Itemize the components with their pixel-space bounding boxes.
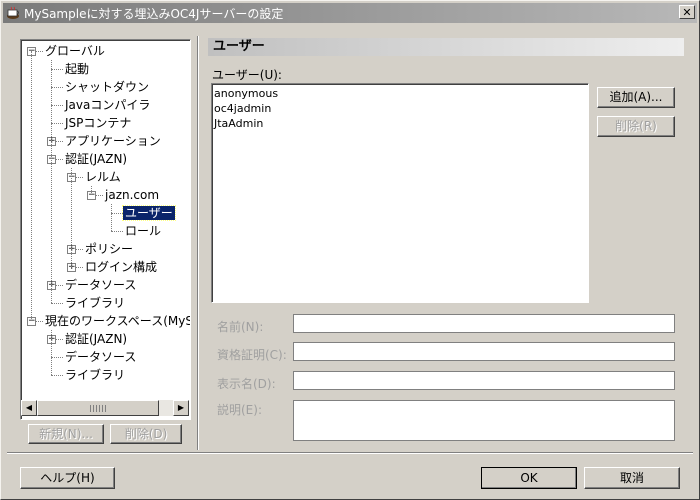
tree-guide-line (31, 51, 32, 321)
tree-node[interactable]: レルム (83, 168, 123, 186)
remove-user-button[interactable]: 削除(R) (597, 116, 675, 137)
grip-icon (90, 405, 108, 412)
tree-node[interactable]: アプリケーション (63, 132, 163, 150)
new-button[interactable]: 新規(N)... (28, 424, 104, 444)
list-item[interactable]: oc4jadmin (214, 101, 588, 116)
credential-label: 資格証明(C): (217, 348, 287, 362)
tree-node-label: アプリケーション (65, 134, 161, 148)
tree-node[interactable]: Javaコンパイラ (63, 96, 152, 114)
tree-connector (51, 69, 63, 70)
tree-node-label: データソース (65, 278, 137, 292)
ok-button[interactable]: OK (481, 467, 577, 489)
tree-node-label: データソース (65, 350, 137, 364)
tree-node[interactable]: ライブラリ (63, 294, 127, 312)
credential-field[interactable] (293, 342, 675, 361)
tree-connector (51, 105, 63, 106)
tree-node[interactable]: ユーザー (122, 204, 176, 222)
scroll-right-icon[interactable]: ▶ (173, 400, 189, 416)
tree-node-label: 現在のワークスペース(MySamp (45, 314, 190, 328)
cancel-button[interactable]: 取消 (584, 467, 680, 489)
tree-node-label: ロール (125, 224, 162, 238)
tree-guide-line (91, 186, 92, 195)
tree-node-label: ログイン構成 (85, 260, 158, 274)
window-title: MySampleに対する埋込みOC4Jサーバーの設定 (24, 6, 284, 21)
tree-node-label: jazn.com (105, 188, 160, 202)
name-field[interactable] (293, 314, 675, 333)
tree-node-label: Javaコンパイラ (65, 98, 151, 112)
description-field[interactable] (293, 400, 675, 441)
add-user-button[interactable]: 追加(A)... (597, 87, 675, 108)
tree-guide-line (71, 168, 72, 267)
users-label: ユーザー(U): (212, 68, 282, 82)
scroll-left-icon[interactable]: ◀ (21, 400, 37, 416)
section-title: ユーザー (208, 38, 684, 56)
tree-node[interactable]: シャットダウン (63, 78, 151, 96)
tree-connector (111, 231, 123, 232)
tree-node[interactable]: JSPコンテナ (63, 114, 133, 132)
tree-node[interactable]: 認証(JAZN) (63, 330, 129, 348)
tree-node-label: シャットダウン (65, 80, 150, 94)
tree-guide-line (51, 60, 52, 303)
coffee-cup-icon (6, 6, 20, 20)
tree-node[interactable]: ポリシー (83, 240, 135, 258)
tree-node[interactable]: データソース (63, 276, 138, 294)
list-item[interactable]: anonymous (214, 86, 588, 101)
settings-tree: グローバル − 起動 シャットダウン Javaコンパイラ JSPコンテナ アプリケーション +… (20, 39, 191, 420)
tree-node-label: ユーザー (122, 205, 176, 221)
tree-node-label: 認証(JAZN) (65, 332, 128, 346)
tree-guide-line (111, 204, 112, 231)
tree-node[interactable]: jazn.com (103, 186, 161, 204)
tree-node[interactable]: 現在のワークスペース(MySamp (43, 312, 190, 330)
tree-horizontal-scrollbar[interactable]: ◀ ▶ (21, 400, 189, 416)
description-label: 説明(E): (217, 403, 262, 417)
list-item[interactable]: JtaAdmin (214, 116, 588, 131)
tree-node[interactable]: 起動 (63, 60, 91, 78)
tree-connector (51, 123, 63, 124)
tree-node-label: ライブラリ (65, 368, 126, 382)
tree-node-label: ライブラリ (65, 296, 126, 310)
tree-connector (51, 357, 63, 358)
tree-connector (51, 87, 63, 88)
close-button[interactable]: ✕ (679, 5, 695, 19)
title-bar: MySampleに対する埋込みOC4Jサーバーの設定 ✕ (3, 3, 697, 23)
display-name-field[interactable] (293, 371, 675, 390)
tree-guide-line (51, 330, 52, 375)
tree-connector (111, 213, 123, 214)
tree-node[interactable]: グローバル (43, 42, 107, 60)
vertical-divider (197, 36, 199, 450)
tree-node-label: レルム (85, 170, 121, 184)
users-list[interactable]: anonymous oc4jadmin JtaAdmin (211, 83, 589, 303)
tree-connector (51, 375, 63, 376)
tree-node[interactable]: ライブラリ (63, 366, 127, 384)
name-label: 名前(N): (217, 320, 264, 334)
tree-delete-button[interactable]: 削除(D) (110, 424, 182, 444)
tree-node[interactable]: 認証(JAZN) (63, 150, 129, 168)
tree-node-label: 起動 (65, 62, 90, 76)
scrollbar-thumb[interactable] (37, 400, 159, 416)
tree-connector (51, 303, 63, 304)
tree-node[interactable]: データソース (63, 348, 138, 366)
tree-node-label: グローバル (45, 44, 105, 58)
tree-node-label: ポリシー (85, 242, 134, 256)
footer-divider (7, 452, 693, 454)
tree-node-label: JSPコンテナ (65, 116, 132, 130)
display-name-label: 表示名(D): (217, 377, 276, 391)
tree-node[interactable]: ロール (123, 222, 163, 240)
tree-node-label: 認証(JAZN) (65, 152, 128, 166)
tree-node[interactable]: ログイン構成 (83, 258, 159, 276)
help-button[interactable]: ヘルプ(H) (20, 467, 115, 489)
